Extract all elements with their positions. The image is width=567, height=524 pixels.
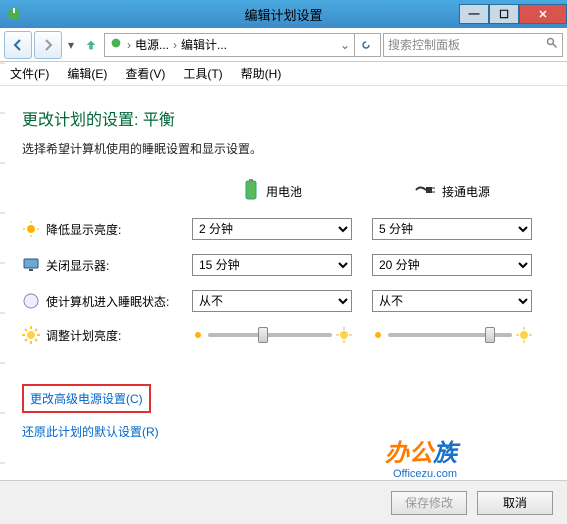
side-decoration <box>0 62 5 524</box>
sun-low-icon <box>372 329 384 341</box>
refresh-button[interactable] <box>354 34 376 56</box>
turnoff-plugged-select[interactable]: 20 分钟 <box>372 254 532 276</box>
search-icon[interactable] <box>546 37 558 52</box>
sleep-icon <box>22 292 40 310</box>
search-input[interactable]: 搜索控制面板 <box>383 33 563 57</box>
column-battery: 用电池 <box>192 179 352 204</box>
save-button[interactable]: 保存修改 <box>391 491 467 515</box>
brightness-battery-slider[interactable] <box>192 327 352 343</box>
history-dropdown-icon[interactable]: ▾ <box>64 31 78 59</box>
row-brightness-label: 调整计划亮度: <box>22 326 192 344</box>
links-area: 更改高级电源设置(C) 还原此计划的默认设置(R) <box>22 384 545 440</box>
plug-icon <box>414 183 436 200</box>
battery-icon <box>242 179 260 204</box>
menu-bar: 文件(F) 编辑(E) 查看(V) 工具(T) 帮助(H) <box>0 62 567 86</box>
page-heading: 更改计划的设置: 平衡 <box>22 106 545 130</box>
page-subtitle: 选择希望计算机使用的睡眠设置和显示设置。 <box>22 140 545 157</box>
search-placeholder: 搜索控制面板 <box>388 36 460 53</box>
row-turnoff-label: 关闭显示器: <box>22 256 192 274</box>
menu-file[interactable]: 文件(F) <box>10 65 49 82</box>
monitor-icon <box>22 256 40 274</box>
menu-tools[interactable]: 工具(T) <box>183 65 222 82</box>
window-titlebar: 编辑计划设置 — ☐ ✕ <box>0 0 567 28</box>
chevron-right-icon: › <box>127 38 131 52</box>
brightness-icon <box>22 326 40 344</box>
advanced-link-highlight: 更改高级电源设置(C) <box>22 384 151 413</box>
row-dim-label: 降低显示亮度: <box>22 220 192 238</box>
sun-high-icon <box>336 327 352 343</box>
chevron-right-icon: › <box>173 38 177 52</box>
forward-button[interactable] <box>34 31 62 59</box>
restore-defaults-link[interactable]: 还原此计划的默认设置(R) <box>22 425 159 439</box>
footer-bar: 保存修改 取消 <box>0 480 567 524</box>
settings-grid: 用电池 接通电源 降低显示亮度: 2 分钟 5 分钟 关闭显示器: 15 分钟 … <box>22 179 545 344</box>
back-button[interactable] <box>4 31 32 59</box>
breadcrumb-bar[interactable]: › 电源... › 编辑计... ⌄ <box>104 33 381 57</box>
up-button[interactable] <box>80 34 102 56</box>
window-controls: — ☐ ✕ <box>459 4 567 24</box>
app-icon <box>6 6 22 22</box>
turnoff-battery-select[interactable]: 15 分钟 <box>192 254 352 276</box>
sleep-plugged-select[interactable]: 从不 <box>372 290 532 312</box>
row-sleep-label: 使计算机进入睡眠状态: <box>22 292 192 310</box>
advanced-power-link[interactable]: 更改高级电源设置(C) <box>30 392 143 406</box>
dim-icon <box>22 220 40 238</box>
sun-high-icon <box>516 327 532 343</box>
column-plugged: 接通电源 <box>372 183 532 200</box>
menu-view[interactable]: 查看(V) <box>125 65 165 82</box>
content-area: 更改计划的设置: 平衡 选择希望计算机使用的睡眠设置和显示设置。 用电池 接通电… <box>0 86 567 450</box>
menu-help[interactable]: 帮助(H) <box>241 65 282 82</box>
dropdown-icon[interactable]: ⌄ <box>340 38 350 52</box>
brightness-plugged-slider[interactable] <box>372 327 532 343</box>
sleep-battery-select[interactable]: 从不 <box>192 290 352 312</box>
breadcrumb-item[interactable]: 电源... <box>135 36 169 53</box>
maximize-button[interactable]: ☐ <box>489 4 519 24</box>
power-icon <box>109 36 123 53</box>
menu-edit[interactable]: 编辑(E) <box>67 65 107 82</box>
minimize-button[interactable]: — <box>459 4 489 24</box>
close-button[interactable]: ✕ <box>519 4 567 24</box>
window-title: 编辑计划设置 <box>244 5 322 24</box>
breadcrumb-item[interactable]: 编辑计... <box>181 36 227 53</box>
navigation-bar: ▾ › 电源... › 编辑计... ⌄ 搜索控制面板 <box>0 28 567 62</box>
dim-battery-select[interactable]: 2 分钟 <box>192 218 352 240</box>
dim-plugged-select[interactable]: 5 分钟 <box>372 218 532 240</box>
cancel-button[interactable]: 取消 <box>477 491 553 515</box>
sun-low-icon <box>192 329 204 341</box>
